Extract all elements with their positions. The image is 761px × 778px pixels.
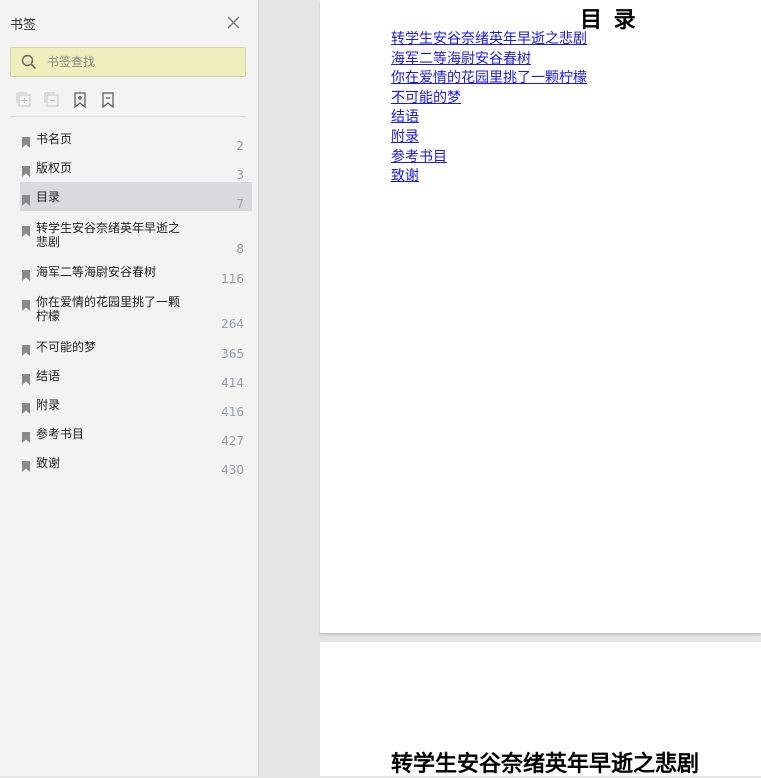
toc-list: 转学生安谷奈绪英年早逝之悲剧 海军二等海尉安谷春树 你在爱情的花园里挑了一颗柠檬… [391,30,587,187]
bookmark-item[interactable]: 版权页 3 [20,153,252,182]
bookmark-icon [22,457,30,472]
bookmark-item[interactable]: 海军二等海尉安谷春树 116 [20,255,252,286]
bookmark-page: 3 [236,168,244,182]
document-page: 目 录 转学生安谷奈绪英年早逝之悲剧 海军二等海尉安谷春树 你在爱情的花园里挑了… [320,0,761,633]
toc-link[interactable]: 你在爱情的花园里挑了一颗柠檬 [391,69,587,89]
bookmark-icon [22,341,30,356]
search-icon [21,54,37,70]
toc-link[interactable]: 不可能的梦 [391,89,587,109]
bookmark-label: 目录 [36,190,61,204]
bookmark-item[interactable]: 转学生安谷奈绪英年早逝之悲剧 8 [20,211,252,256]
bookmark-icon [22,266,30,281]
collapse-all-icon[interactable] [42,90,62,110]
bookmark-icon [22,133,30,148]
bookmark-label: 结语 [36,369,61,383]
bookmark-label: 转学生安谷奈绪英年早逝之悲剧 [36,221,181,249]
panel-title: 书签 [10,18,37,33]
toc-link[interactable]: 海军二等海尉安谷春树 [391,50,587,70]
bookmark-panel: 书签 书名页 2 版权页 3 [0,0,259,776]
bookmark-label: 海军二等海尉安谷春树 [36,265,157,279]
bookmark-label: 参考书目 [36,427,85,441]
add-bookmark-icon[interactable] [70,90,90,110]
toc-link[interactable]: 参考书目 [391,148,587,168]
bookmark-page: 8 [236,242,244,256]
bookmark-icon [22,296,30,311]
search-input[interactable] [47,52,237,72]
bookmark-icon [22,191,30,206]
bookmark-icon[interactable] [98,90,118,110]
bookmark-label: 书名页 [36,132,73,146]
bookmark-item[interactable]: 书名页 2 [20,124,252,153]
bookmark-item[interactable]: 你在爱情的花园里挑了一颗柠檬 264 [20,284,252,331]
bookmark-icon [22,222,30,237]
bookmark-page: 430 [221,463,244,477]
bookmark-page: 264 [221,317,244,331]
expand-all-icon[interactable] [14,90,34,110]
bookmark-label: 版权页 [36,161,73,175]
bookmark-icon [22,399,30,414]
document-page: 转学生安谷奈绪英年早逝之悲剧 [320,642,761,777]
bookmark-icon [22,428,30,443]
chapter-title: 转学生安谷奈绪英年早逝之悲剧 [391,752,700,777]
bookmark-item[interactable]: 致谢 430 [20,446,252,477]
bookmark-search[interactable] [10,47,246,77]
bookmark-label: 附录 [36,398,61,412]
toc-link[interactable]: 结语 [391,108,587,128]
close-icon[interactable] [226,15,241,30]
bookmark-item[interactable]: 附录 416 [20,388,252,419]
bookmark-item[interactable]: 目录 7 [20,182,252,211]
bookmark-page: 7 [236,197,244,211]
toc-title: 目 录 [580,8,638,33]
toc-link[interactable]: 附录 [391,128,587,148]
toc-link[interactable]: 致谢 [391,167,587,187]
bookmark-icon [22,162,30,177]
bookmark-item[interactable]: 参考书目 427 [20,417,252,448]
bookmark-label: 不可能的梦 [36,340,97,354]
toc-link[interactable]: 转学生安谷奈绪英年早逝之悲剧 [391,30,587,50]
bookmark-label: 致谢 [36,456,61,470]
bookmark-label: 你在爱情的花园里挑了一颗柠檬 [36,295,181,323]
bookmark-item[interactable]: 不可能的梦 365 [20,330,252,361]
divider [10,116,246,117]
bookmark-item[interactable]: 结语 414 [20,359,252,390]
bookmark-icon [22,370,30,385]
bookmark-page: 2 [236,139,244,153]
